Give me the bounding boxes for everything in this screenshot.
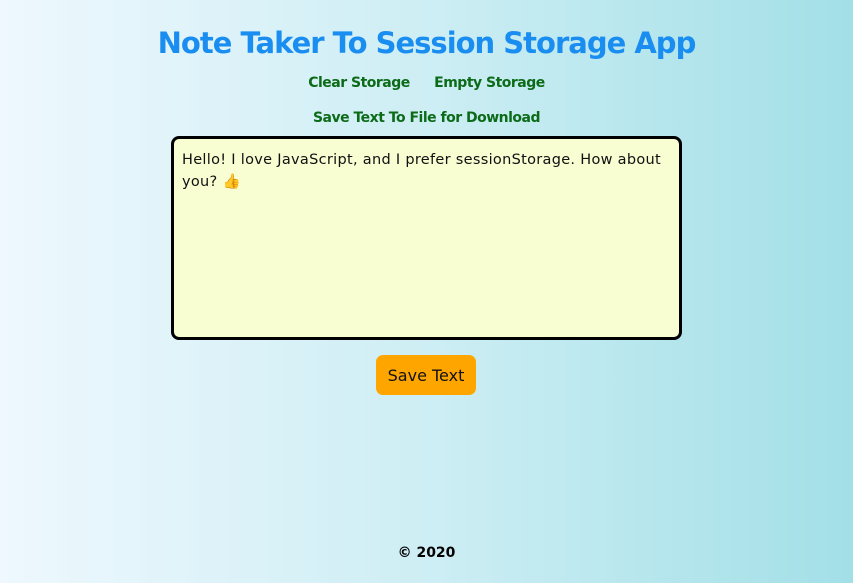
save-to-file-link[interactable]: Save Text To File for Download [313,110,541,126]
save-text-button[interactable]: Save Text [376,355,476,395]
empty-storage-link[interactable]: Empty Storage [434,75,545,91]
page-title: Note Taker To Session Storage App [157,26,697,60]
clear-storage-link[interactable]: Clear Storage [308,75,410,91]
note-textarea[interactable]: Hello! I love JavaScript, and I prefer s… [171,136,682,340]
copyright-footer: © 2020 [397,545,456,561]
storage-links: Clear Storage Empty Storage [0,75,853,91]
download-links: Save Text To File for Download [0,110,853,126]
